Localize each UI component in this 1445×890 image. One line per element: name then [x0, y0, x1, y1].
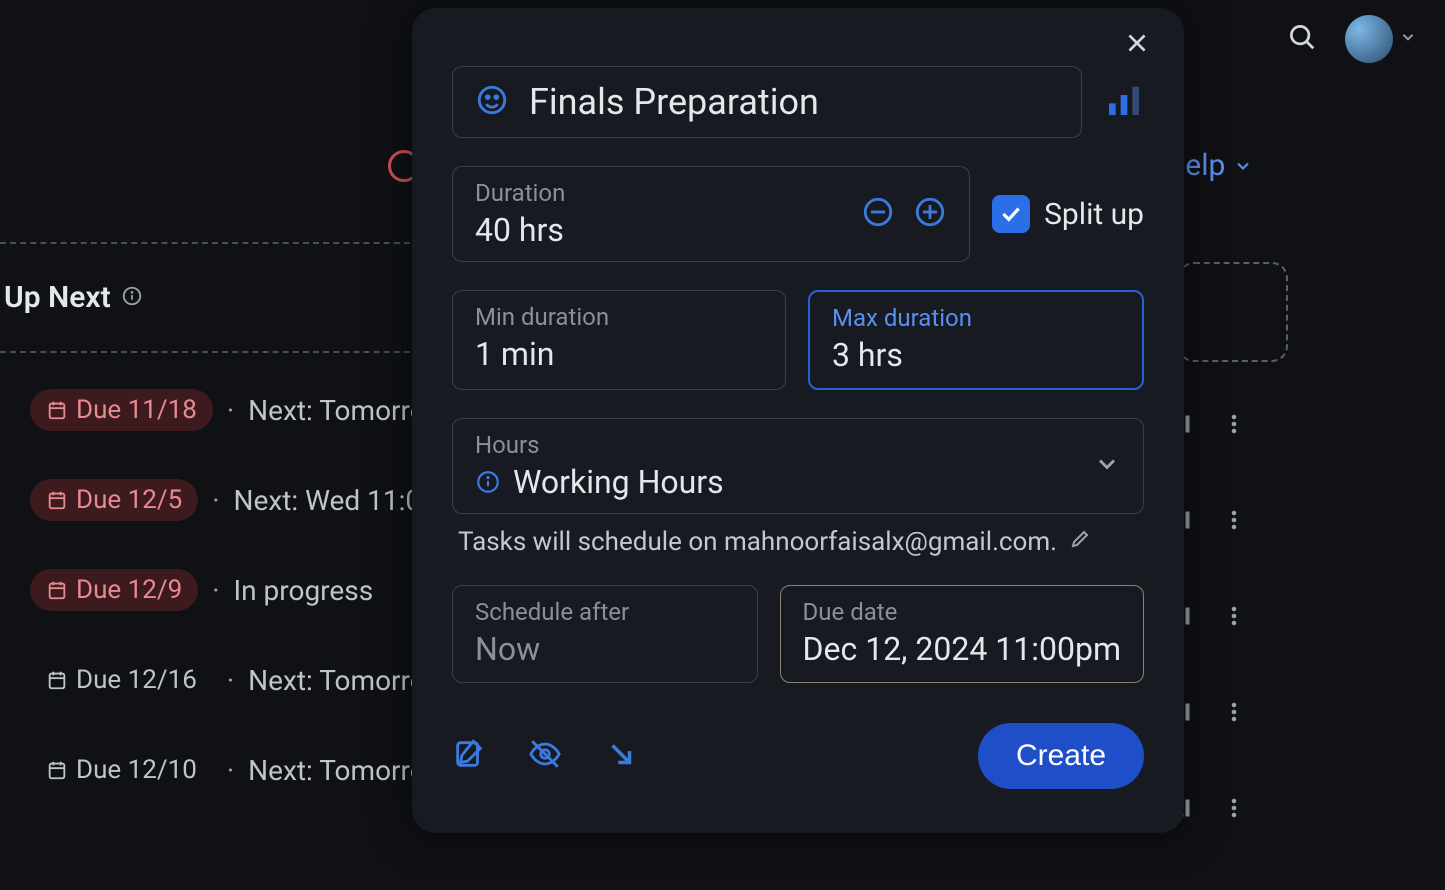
expand-icon[interactable] — [604, 737, 638, 775]
separator: · — [212, 574, 219, 607]
duration-value: 40 hrs — [475, 211, 843, 249]
dropzone[interactable] — [1178, 262, 1288, 362]
hours-label: Hours — [475, 431, 1093, 459]
task-list: Up Next Due 11/18 · Next: TomorrowDue 12… — [0, 230, 420, 815]
info-icon[interactable] — [121, 280, 143, 315]
due-date-label: Due date — [803, 598, 1121, 626]
create-button[interactable]: Create — [978, 723, 1144, 789]
duration-label: Duration — [475, 179, 843, 207]
upnext-label: Up Next — [4, 280, 111, 315]
duration-decrement[interactable] — [861, 195, 895, 233]
schedule-after-label: Schedule after — [475, 598, 735, 626]
section-header-upnext: Up Next — [0, 256, 420, 339]
avatar — [1345, 15, 1393, 63]
task-title-input[interactable]: Finals Preparation — [452, 66, 1082, 138]
min-duration-value: 1 min — [475, 335, 763, 373]
task-title-value: Finals Preparation — [529, 81, 819, 123]
duration-increment[interactable] — [913, 195, 947, 233]
account-menu[interactable] — [1345, 15, 1417, 63]
duration-field[interactable]: Duration 40 hrs — [452, 166, 970, 262]
visibility-off-icon[interactable] — [528, 737, 562, 775]
separator: · — [227, 664, 234, 697]
task-row[interactable]: Due 12/9 · In progress — [0, 545, 420, 635]
separator: · — [227, 394, 234, 427]
search-icon[interactable] — [1287, 22, 1317, 56]
max-duration-label: Max duration — [832, 304, 1120, 332]
splitup-label: Split up — [1044, 197, 1144, 232]
task-row[interactable]: Due 12/10 · Next: Tomorrow — [0, 725, 420, 815]
more-icon[interactable] — [1222, 412, 1246, 440]
separator: · — [227, 754, 234, 787]
due-badge: Due 11/18 — [30, 389, 213, 431]
topbar — [1287, 0, 1445, 78]
max-duration-field[interactable]: Max duration 3 hrs — [808, 290, 1144, 390]
emoji-icon[interactable] — [475, 83, 509, 121]
chevron-down-icon — [1399, 28, 1417, 50]
max-duration-value: 3 hrs — [832, 336, 1120, 374]
min-duration-label: Min duration — [475, 303, 763, 331]
help-link[interactable]: lelp — [1178, 148, 1253, 183]
due-badge: Due 12/10 — [30, 749, 213, 791]
close-button[interactable] — [1124, 30, 1150, 60]
chevron-down-icon — [1093, 450, 1121, 482]
due-date-value: Dec 12, 2024 11:00pm — [803, 630, 1121, 668]
task-row[interactable]: Due 11/18 · Next: Tomorrow — [0, 365, 420, 455]
divider — [0, 351, 420, 353]
task-row[interactable]: Due 12/5 · Next: Wed 11:00 — [0, 455, 420, 545]
schedule-note: Tasks will schedule on mahnoorfaisalx@gm… — [452, 526, 1144, 557]
task-next-text: In progress — [234, 574, 374, 607]
more-icon[interactable] — [1222, 700, 1246, 728]
more-icon[interactable] — [1222, 796, 1246, 824]
due-badge: Due 12/16 — [30, 659, 213, 701]
hours-value: Working Hours — [513, 463, 724, 501]
min-duration-field[interactable]: Min duration 1 min — [452, 290, 786, 390]
task-next-text: Next: Wed 11:00 — [234, 484, 437, 517]
schedule-after-value: Now — [475, 630, 735, 668]
due-badge: Due 12/9 — [30, 569, 198, 611]
more-icon[interactable] — [1222, 604, 1246, 632]
priority-icon[interactable] — [1104, 80, 1144, 124]
help-label: lelp — [1178, 148, 1225, 183]
splitup-toggle[interactable]: Split up — [992, 166, 1144, 262]
due-badge: Due 12/5 — [30, 479, 198, 521]
more-icon[interactable] — [1222, 508, 1246, 536]
schedule-note-text: Tasks will schedule on mahnoorfaisalx@gm… — [458, 527, 1057, 557]
task-row[interactable]: Due 12/16 · Next: Tomorrow — [0, 635, 420, 725]
schedule-after-field[interactable]: Schedule after Now — [452, 585, 758, 683]
notes-icon[interactable] — [452, 737, 486, 775]
create-task-modal: Finals Preparation Duration 40 hrs Split… — [412, 8, 1184, 833]
checkbox-checked-icon — [992, 195, 1030, 233]
divider — [0, 242, 420, 244]
due-date-field[interactable]: Due date Dec 12, 2024 11:00pm — [780, 585, 1144, 683]
separator: · — [212, 484, 219, 517]
edit-icon[interactable] — [1069, 526, 1093, 557]
hours-field[interactable]: Hours Working Hours — [452, 418, 1144, 514]
